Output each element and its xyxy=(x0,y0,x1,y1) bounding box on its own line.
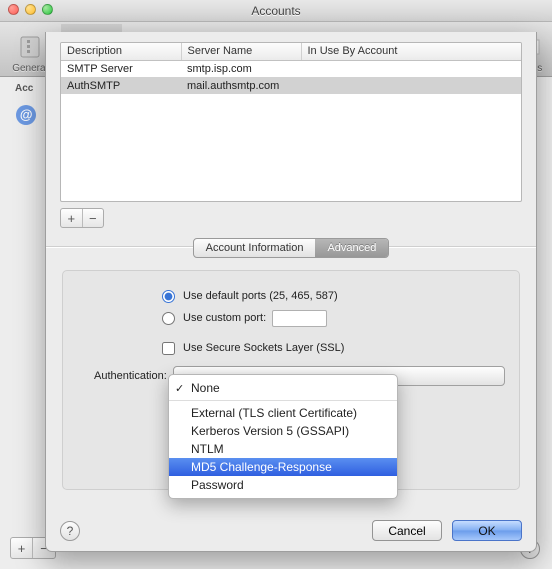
general-icon xyxy=(16,33,44,61)
auth-option-password[interactable]: Password xyxy=(169,476,397,494)
menu-separator xyxy=(169,400,397,401)
label-custom-port: Use custom port: xyxy=(183,312,266,324)
row-default-ports[interactable]: Use default ports (25, 465, 587) xyxy=(162,285,505,307)
cancel-button[interactable]: Cancel xyxy=(372,520,442,541)
authentication-menu: None External (TLS client Certificate) K… xyxy=(168,374,398,499)
server-add-remove: + − xyxy=(60,208,104,228)
server-row[interactable]: AuthSMTP mail.authsmtp.com xyxy=(61,77,521,94)
window-controls xyxy=(8,4,53,15)
cell-desc: AuthSMTP xyxy=(61,77,181,94)
radio-custom-port[interactable] xyxy=(162,312,175,325)
server-row[interactable]: SMTP Server smtp.isp.com xyxy=(61,60,521,77)
col-server-name[interactable]: Server Name xyxy=(181,43,301,60)
zoom-window-button[interactable] xyxy=(42,4,53,15)
label-default-ports: Use default ports (25, 465, 587) xyxy=(183,290,338,302)
radio-default-ports[interactable] xyxy=(162,290,175,303)
smtp-server-sheet: Description Server Name In Use By Accoun… xyxy=(45,32,537,552)
cell-server: mail.authsmtp.com xyxy=(181,77,301,94)
auth-option-ntlm[interactable]: NTLM xyxy=(169,440,397,458)
label-authentication: Authentication: xyxy=(94,370,167,382)
close-window-button[interactable] xyxy=(8,4,19,15)
ok-button[interactable]: OK xyxy=(452,520,522,541)
account-at-icon: @ xyxy=(15,104,37,126)
tab-advanced[interactable]: Advanced xyxy=(315,239,388,257)
auth-option-md5[interactable]: MD5 Challenge-Response xyxy=(169,458,397,476)
account-row[interactable]: @ xyxy=(15,104,41,129)
add-account-button[interactable]: + xyxy=(11,538,33,558)
accounts-sidebar: Acc @ xyxy=(15,83,41,129)
remove-server-button[interactable]: − xyxy=(83,209,104,227)
sheet-button-row: ? Cancel OK xyxy=(60,520,522,541)
window-title: Accounts xyxy=(0,4,552,18)
advanced-form: Use default ports (25, 465, 587) Use cus… xyxy=(62,270,520,490)
auth-option-kerberos[interactable]: Kerberos Version 5 (GSSAPI) xyxy=(169,422,397,440)
tab-segmented-control: Account Information Advanced xyxy=(193,238,390,258)
checkbox-ssl[interactable] xyxy=(162,342,175,355)
row-custom-port[interactable]: Use custom port: xyxy=(162,307,505,329)
svg-text:@: @ xyxy=(20,107,33,122)
cell-inuse xyxy=(301,60,521,77)
label-ssl: Use Secure Sockets Layer (SSL) xyxy=(183,342,344,354)
input-custom-port[interactable] xyxy=(272,310,327,327)
row-ssl[interactable]: Use Secure Sockets Layer (SSL) xyxy=(162,337,505,359)
minimize-window-button[interactable] xyxy=(25,4,36,15)
cell-desc: SMTP Server xyxy=(61,60,181,77)
toolbar-label: General xyxy=(12,63,48,74)
sheet-help-button[interactable]: ? xyxy=(60,521,80,541)
auth-option-external[interactable]: External (TLS client Certificate) xyxy=(169,404,397,422)
col-description[interactable]: Description xyxy=(61,43,181,60)
accounts-sidebar-header: Acc xyxy=(15,83,41,94)
cell-server: smtp.isp.com xyxy=(181,60,301,77)
cell-inuse xyxy=(301,77,521,94)
tab-account-information[interactable]: Account Information xyxy=(194,239,316,257)
auth-option-none[interactable]: None xyxy=(169,379,397,397)
smtp-server-list[interactable]: Description Server Name In Use By Accoun… xyxy=(60,42,522,202)
col-in-use[interactable]: In Use By Account xyxy=(301,43,521,60)
add-server-button[interactable]: + xyxy=(61,209,83,227)
titlebar: Accounts xyxy=(0,0,552,22)
